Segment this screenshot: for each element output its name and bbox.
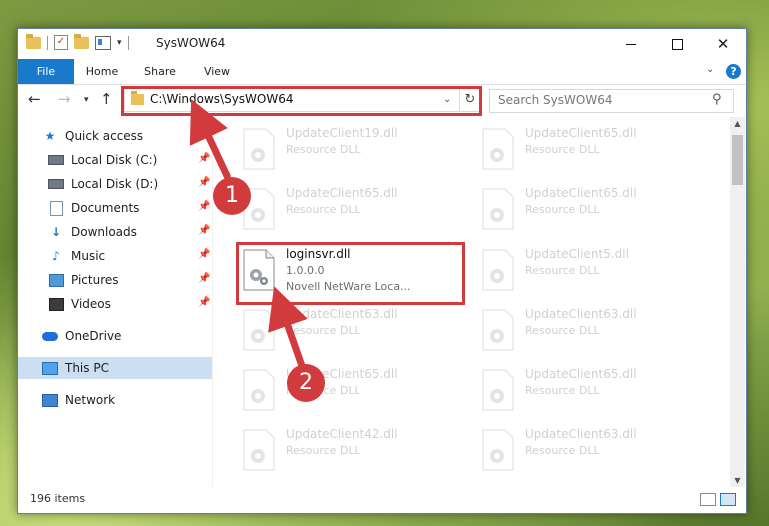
annotation-arrows [189, 98, 308, 368]
arrow-to-address-bar [189, 98, 232, 180]
callout-step-1: 1 [213, 177, 251, 215]
arrow-to-loginsvr [268, 286, 308, 368]
callout-step-2: 2 [287, 364, 325, 402]
